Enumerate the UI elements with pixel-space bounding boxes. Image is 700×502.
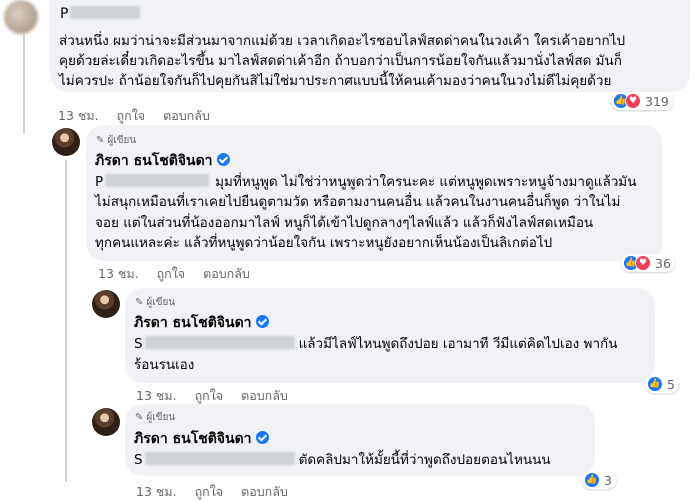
reaction-summary[interactable]: 👍 5	[645, 375, 679, 393]
thumbs-up-icon: 👍	[584, 472, 600, 488]
thread-line	[23, 34, 25, 134]
reply-bubble: ✎ ผู้เขียน ภิรดา ธนโชติจินดา P มุมที่หนูพู…	[86, 125, 662, 261]
comment-line: คุยด้วยล่ะเดี๋ยวเกิดอะไรขึ้น มาไลฟ์สดด่า…	[59, 53, 622, 69]
verified-badge-icon	[255, 431, 269, 444]
timestamp[interactable]: 13 ชม.	[136, 484, 177, 499]
reaction-summary[interactable]: 👍 ♥ 36	[621, 254, 675, 272]
redacted-mention	[144, 452, 295, 465]
timestamp[interactable]: 13 ชม.	[98, 266, 139, 281]
like-button[interactable]: ถูกใจ	[157, 266, 186, 281]
reply-line: จอย แต่ในส่วนที่น้องออกมาไลฟ์ หนูก็ได้เข…	[95, 215, 594, 231]
thumbs-up-icon: 👍	[647, 376, 663, 392]
verified-badge-icon	[216, 153, 230, 166]
author-badge: ✎ ผู้เขียน	[135, 297, 176, 308]
comment-bubble: P ส่วนหนึ่ง ผมว่าน่าจะมีส่วนมาจากแม่ด้วย…	[50, 0, 690, 92]
reaction-count: 5	[667, 376, 675, 392]
reply-meta: 13 ชม. ถูกใจ ตอบกลับ	[136, 386, 302, 406]
commenter-avatar[interactable]	[4, 0, 38, 34]
reply-line: S ตัดคลิปมาให้มั้ยนี้ที่ว่าพูดถึงปอยตอนไห…	[134, 452, 551, 468]
author-badge: ✎ ผู้เขียน	[96, 135, 137, 146]
author-avatar[interactable]	[92, 408, 120, 436]
commenter-name[interactable]: P	[60, 6, 141, 22]
author-name[interactable]: ภิรดา ธนโชติจินดา	[95, 150, 230, 172]
reaction-summary[interactable]: 👍 3	[582, 471, 616, 489]
heart-icon: ♥	[625, 93, 641, 109]
like-button[interactable]: ถูกใจ	[195, 388, 224, 403]
author-badge: ✎ ผู้เขียน	[135, 412, 176, 423]
reply-line: ร้อนรนเอง	[134, 357, 195, 373]
reply-button[interactable]: ตอบกลับ	[163, 108, 210, 123]
reaction-count: 319	[645, 93, 669, 109]
reply-bubble: ✎ ผู้เขียน ภิรดา ธนโชติจินดา S แล้วมีไลฟ์ไ…	[125, 288, 655, 383]
reaction-count: 3	[604, 472, 612, 488]
thread-line	[65, 160, 67, 482]
reply-button[interactable]: ตอบกลับ	[203, 266, 250, 281]
comment-line: ไม่ควรปะ ถ้าน้อยใจกันก็ไปคุยกันสิไม่ใช่ม…	[59, 73, 612, 89]
pen-icon: ✎	[96, 135, 105, 146]
author-name[interactable]: ภิรดา ธนโชติจินดา	[134, 428, 269, 450]
reaction-summary[interactable]: 👍 ♥ 319	[611, 92, 673, 110]
reply-button[interactable]: ตอบกลับ	[241, 388, 288, 403]
reply-line: ทุกคนแหละค่ะ แล้วที่หนูพูดว่าน้อยใจกัน เ…	[95, 235, 553, 251]
reply-line: S แล้วมีไลฟ์ไหนพูดถึงปอย เอามาที วีมีแต่ค…	[134, 336, 618, 352]
comment-meta: 13 ชม. ถูกใจ ตอบกลับ	[58, 106, 224, 126]
reply-button[interactable]: ตอบกลับ	[241, 484, 288, 499]
redacted-mention	[105, 174, 210, 187]
heart-icon: ♥	[635, 255, 651, 271]
timestamp[interactable]: 13 ชม.	[136, 388, 177, 403]
redacted-mention	[144, 336, 295, 349]
comment-line: ส่วนหนึ่ง ผมว่าน่าจะมีส่วนมาจากแม่ด้วย เ…	[59, 33, 626, 49]
pen-icon: ✎	[135, 412, 144, 423]
like-button[interactable]: ถูกใจ	[195, 484, 224, 499]
like-button[interactable]: ถูกใจ	[117, 108, 146, 123]
reply-line: ไม่สนุกเหมือนที่เราเคยไปยืนดูตามวัด หรือ…	[95, 194, 621, 210]
reply-bubble: ✎ ผู้เขียน ภิรดา ธนโชติจินดา S ตัดคลิปมาให…	[125, 404, 595, 476]
author-name[interactable]: ภิรดา ธนโชติจินดา	[134, 312, 269, 334]
author-avatar[interactable]	[52, 128, 80, 156]
redacted-name	[70, 6, 141, 19]
reply-meta: 13 ชม. ถูกใจ ตอบกลับ	[98, 264, 264, 284]
reply-meta: 13 ชม. ถูกใจ ตอบกลับ	[136, 482, 302, 502]
pen-icon: ✎	[135, 297, 144, 308]
timestamp[interactable]: 13 ชม.	[58, 108, 99, 123]
verified-badge-icon	[255, 315, 269, 328]
reaction-count: 36	[655, 255, 671, 271]
reply-line: P มุมที่หนูพูด ไม่ใช่ว่าหนูพูดว่าใครนะคะ …	[95, 174, 637, 190]
author-avatar[interactable]	[92, 290, 120, 318]
